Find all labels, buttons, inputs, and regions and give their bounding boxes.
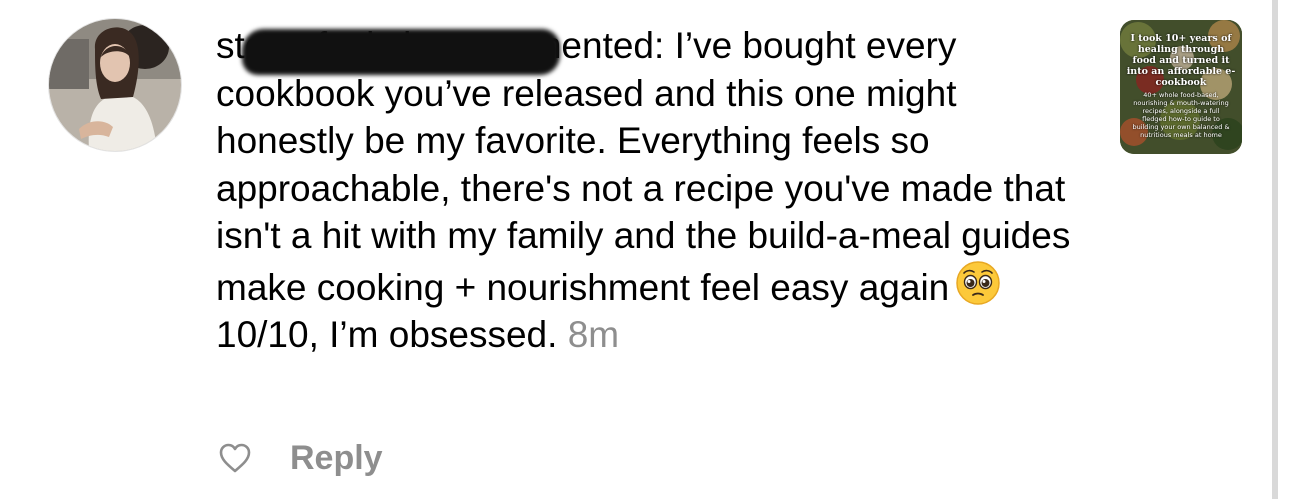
scrollbar[interactable] (1272, 0, 1278, 499)
username-redaction (242, 29, 560, 75)
comment-actions: Reply (218, 438, 383, 478)
avatar-photo (49, 19, 181, 151)
heart-outline-icon[interactable] (218, 442, 252, 474)
reply-button[interactable]: Reply (290, 439, 383, 478)
thumbnail-title: I took 10+ years of healing through food… (1126, 33, 1236, 88)
comment-text-end: 10/10, I’m obsessed. (216, 314, 558, 355)
comment-notification: storyofsolstice commented: I’ve bought e… (0, 0, 1290, 499)
avatar[interactable] (48, 18, 182, 152)
thumbnail-subtitle: 40+ whole food-based, nourishing & mouth… (1132, 91, 1230, 139)
comment-body: storyofsolstice commented: I’ve bought e… (216, 22, 1096, 359)
username-link[interactable]: storyofsolstice (216, 25, 560, 75)
post-thumbnail[interactable]: I took 10+ years of healing through food… (1120, 20, 1242, 154)
timestamp: 8m (567, 314, 620, 355)
pleading-face-emoji (956, 260, 1000, 305)
